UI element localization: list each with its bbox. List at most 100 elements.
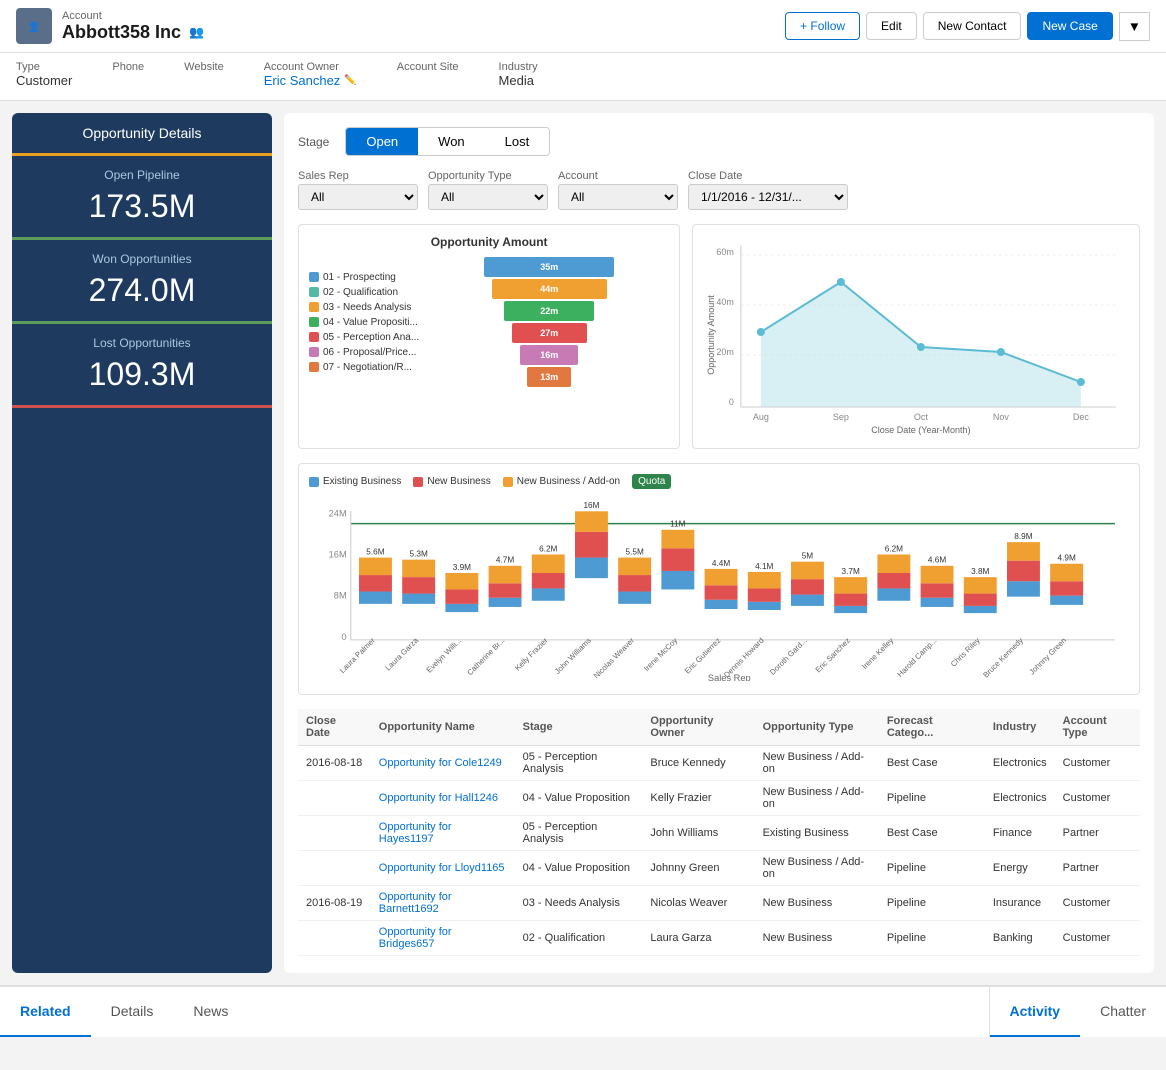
close-date-select[interactable]: 1/1/2016 - 12/31/... xyxy=(688,184,848,210)
cell-type: New Business / Add-on xyxy=(755,746,879,781)
col-stage: Stage xyxy=(515,709,643,746)
tab-chatter[interactable]: Chatter xyxy=(1080,987,1166,1037)
cell-type: New Business / Add-on xyxy=(755,851,879,886)
legend-item-2: 02 - Qualification xyxy=(309,287,419,298)
legend-label-3: 03 - Needs Analysis xyxy=(323,302,411,313)
new-contact-button[interactable]: New Contact xyxy=(923,12,1022,40)
oppty-type-select[interactable]: All xyxy=(428,184,548,210)
cell-date xyxy=(298,816,371,851)
stage-label: Stage xyxy=(298,135,329,149)
svg-text:3.7M: 3.7M xyxy=(842,567,860,576)
oppty-type-label: Opportunity Type xyxy=(428,170,548,182)
dropdown-button[interactable]: ▼ xyxy=(1119,12,1150,41)
funnel-container: 01 - Prospecting 02 - Qualification 03 -… xyxy=(309,257,669,387)
cell-forecast: Pipeline xyxy=(879,921,985,956)
bar-legend-addon: New Business / Add-on xyxy=(503,474,620,489)
cell-date: 2016-08-19 xyxy=(298,886,371,921)
edit-owner-icon[interactable]: ✏️ xyxy=(344,75,356,86)
cell-opp-name: Opportunity for Bridges657 xyxy=(371,921,515,956)
charts-row: Opportunity Amount 01 - Prospecting 02 -… xyxy=(298,224,1140,449)
funnel-chart-box: Opportunity Amount 01 - Prospecting 02 -… xyxy=(298,224,680,449)
cell-forecast: Pipeline xyxy=(879,886,985,921)
svg-text:Eric Sanchez: Eric Sanchez xyxy=(814,636,853,675)
svg-text:5.5M: 5.5M xyxy=(626,547,644,556)
open-pipeline-label: Open Pipeline xyxy=(28,168,256,182)
account-owner-value[interactable]: Eric Sanchez xyxy=(264,73,341,88)
svg-text:4.7M: 4.7M xyxy=(496,556,514,565)
svg-text:Doroth Gard...: Doroth Gard... xyxy=(768,636,809,677)
tab-activity[interactable]: Activity xyxy=(990,987,1081,1037)
cell-owner: Laura Garza xyxy=(642,921,754,956)
stage-tab-group: Open Won Lost xyxy=(345,127,550,156)
col-opp-owner: Opportunity Owner xyxy=(642,709,754,746)
website-label: Website xyxy=(184,61,224,73)
meta-website: Website xyxy=(184,61,224,88)
follow-button[interactable]: + Follow xyxy=(785,12,860,40)
cell-owner: Kelly Frazier xyxy=(642,781,754,816)
cell-account-type: Customer xyxy=(1055,746,1140,781)
tab-open[interactable]: Open xyxy=(346,128,418,155)
table-row: Opportunity for Bridges657 02 - Qualific… xyxy=(298,921,1140,956)
legend-label-4: 04 - Value Propositi... xyxy=(323,317,418,328)
svg-text:Irene McCoy: Irene McCoy xyxy=(642,636,679,673)
cell-date xyxy=(298,851,371,886)
lost-value: 109.3M xyxy=(28,356,256,393)
sales-rep-select[interactable]: All xyxy=(298,184,418,210)
type-label: Type xyxy=(16,61,72,73)
svg-text:60m: 60m xyxy=(717,247,735,257)
legend-dot-3 xyxy=(309,302,319,312)
cell-account-type: Customer xyxy=(1055,781,1140,816)
bar-legend-label-new: New Business xyxy=(427,476,490,487)
cell-type: New Business xyxy=(755,886,879,921)
legend-item-3: 03 - Needs Analysis xyxy=(309,302,419,313)
cell-stage: 03 - Needs Analysis xyxy=(515,886,643,921)
svg-text:Nov: Nov xyxy=(993,412,1010,422)
won-label: Won Opportunities xyxy=(28,252,256,266)
table-row: Opportunity for Jacobs1464 01 - Prospect… xyxy=(298,956,1140,960)
funnel-visual: 35m 44m 22m 27m 16m 13m xyxy=(429,257,669,387)
svg-text:6.2M: 6.2M xyxy=(885,544,903,553)
svg-text:Evelyn Willi...: Evelyn Willi... xyxy=(425,636,464,675)
svg-text:0: 0 xyxy=(342,632,347,642)
tab-news[interactable]: News xyxy=(173,987,248,1037)
cell-industry: Electronics xyxy=(985,781,1055,816)
meta-account-site: Account Site xyxy=(397,61,459,88)
account-select[interactable]: All xyxy=(558,184,678,210)
svg-text:Close Date (Year-Month): Close Date (Year-Month) xyxy=(872,425,971,435)
sales-rep-filter: Sales Rep All xyxy=(298,170,418,210)
funnel-bar-3: 22m xyxy=(504,301,594,321)
legend-dot-1 xyxy=(309,272,319,282)
cell-industry: Electronics xyxy=(985,746,1055,781)
svg-text:11M: 11M xyxy=(670,520,686,529)
svg-text:8M: 8M xyxy=(334,591,347,601)
type-value: Customer xyxy=(16,73,72,88)
open-pipeline-section: Open Pipeline 173.5M xyxy=(12,156,272,240)
cell-forecast: Best Case xyxy=(879,816,985,851)
table-row: Opportunity for Hall1246 04 - Value Prop… xyxy=(298,781,1140,816)
header: 👤 Account Abbott358 Inc 👥 + Follow Edit … xyxy=(0,0,1166,53)
open-pipeline-value: 173.5M xyxy=(28,188,256,225)
svg-text:5.3M: 5.3M xyxy=(410,550,428,559)
tab-lost[interactable]: Lost xyxy=(485,128,550,155)
cell-stage: 02 - Qualification xyxy=(515,921,643,956)
meta-industry: Industry Media xyxy=(499,61,538,88)
meta-phone: Phone xyxy=(112,61,144,88)
table-row: 2016-08-19 Opportunity for Barnett1692 0… xyxy=(298,886,1140,921)
cell-owner: John Williams xyxy=(642,816,754,851)
new-case-button[interactable]: New Case xyxy=(1027,12,1112,40)
data-table: Close Date Opportunity Name Stage Opport… xyxy=(298,709,1140,959)
tab-won[interactable]: Won xyxy=(418,128,485,155)
tab-details[interactable]: Details xyxy=(91,987,174,1037)
header-actions: + Follow Edit New Contact New Case ▼ xyxy=(785,12,1150,41)
svg-text:4.6M: 4.6M xyxy=(928,556,946,565)
legend-dot-7 xyxy=(309,362,319,372)
svg-text:Dec: Dec xyxy=(1073,412,1090,422)
edit-button[interactable]: Edit xyxy=(866,12,917,40)
tab-related[interactable]: Related xyxy=(0,987,91,1037)
bar-legend-new: New Business xyxy=(413,474,490,489)
cell-type: New Business xyxy=(755,956,879,960)
svg-text:40m: 40m xyxy=(717,297,735,307)
table-wrapper[interactable]: Close Date Opportunity Name Stage Opport… xyxy=(298,709,1140,959)
people-icon[interactable]: 👥 xyxy=(189,25,204,39)
col-industry: Industry xyxy=(985,709,1055,746)
